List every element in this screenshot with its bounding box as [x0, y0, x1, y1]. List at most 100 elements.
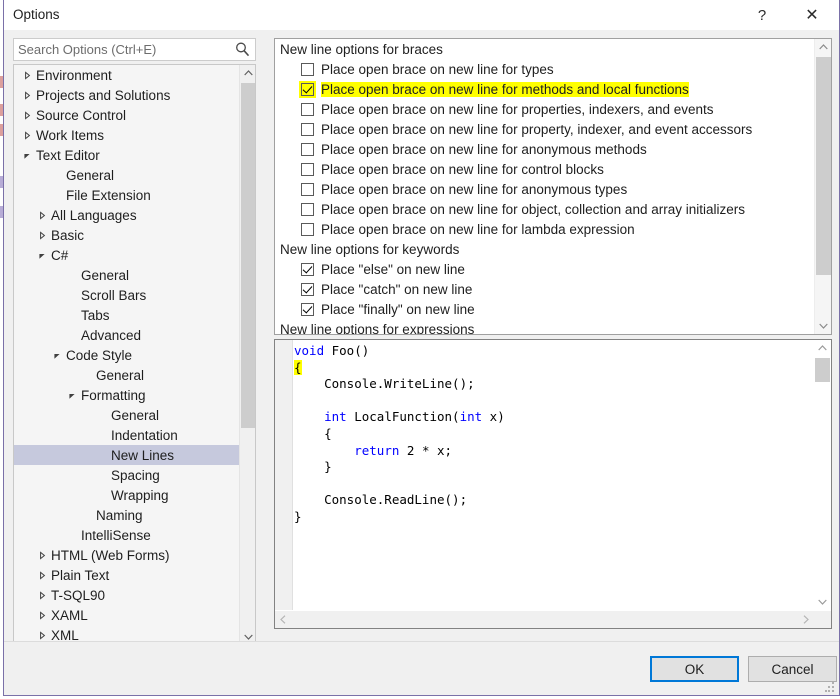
tree-item-indentation[interactable]: Indentation: [14, 425, 239, 445]
checkbox-unchecked-icon[interactable]: [301, 102, 314, 116]
code-keyword: void: [294, 343, 325, 358]
checkbox-checked-icon[interactable]: [301, 282, 314, 296]
scroll-right-icon[interactable]: [798, 611, 814, 627]
checkbox-checked-icon[interactable]: [301, 262, 314, 276]
scroll-up-icon[interactable]: [814, 340, 830, 356]
tree-item-environment[interactable]: Environment: [14, 65, 239, 85]
tree-item-source-control[interactable]: Source Control: [14, 105, 239, 125]
option-checkbox-row[interactable]: Place open brace on new line for methods…: [275, 79, 814, 99]
tree-item-intellisense[interactable]: IntelliSense: [14, 525, 239, 545]
scroll-up-icon[interactable]: [815, 39, 831, 55]
checkbox-unchecked-icon[interactable]: [301, 62, 314, 76]
chevron-down-icon[interactable]: [65, 385, 79, 405]
scroll-left-icon[interactable]: [275, 611, 291, 627]
tree-item-spacing[interactable]: Spacing: [14, 465, 239, 485]
option-checkbox-row[interactable]: Place open brace on new line for propert…: [275, 99, 814, 119]
tree-item-plain-text[interactable]: Plain Text: [14, 565, 239, 585]
option-checkbox-row[interactable]: Place open brace on new line for lambda …: [275, 219, 814, 239]
chevron-right-icon[interactable]: [35, 585, 49, 605]
tree-item-projects-and-solutions[interactable]: Projects and Solutions: [14, 85, 239, 105]
checkbox-unchecked-icon[interactable]: [301, 222, 314, 236]
tree-item-general[interactable]: General: [14, 265, 239, 285]
option-checkbox-row[interactable]: Place open brace on new line for control…: [275, 159, 814, 179]
checkbox-unchecked-icon[interactable]: [301, 142, 314, 156]
preview-scroll-thumb[interactable]: [815, 358, 830, 382]
tree-item-html-web-forms[interactable]: HTML (Web Forms): [14, 545, 239, 565]
tree-vertical-scrollbar[interactable]: [239, 65, 255, 645]
chevron-right-icon[interactable]: [35, 605, 49, 625]
options-tree[interactable]: Environment Projects and Solutions Source …: [13, 64, 256, 646]
chevron-down-icon[interactable]: [35, 245, 49, 265]
chevron-right-icon[interactable]: [20, 85, 34, 105]
options-scroll-thumb[interactable]: [816, 57, 831, 275]
close-icon[interactable]: ✕: [791, 0, 833, 30]
option-checkbox-row[interactable]: Place open brace on new line for anonymo…: [275, 139, 814, 159]
option-label: Place open brace on new line for propert…: [321, 121, 753, 137]
tree-item-general[interactable]: General: [14, 165, 239, 185]
checkbox-unchecked-icon[interactable]: [301, 182, 314, 196]
scroll-down-icon[interactable]: [814, 594, 830, 610]
option-checkbox-row[interactable]: Place open brace on new line for propert…: [275, 119, 814, 139]
checkbox-unchecked-icon[interactable]: [301, 162, 314, 176]
options-vertical-scrollbar[interactable]: [814, 39, 831, 334]
tree-item-label: Wrapping: [111, 487, 169, 503]
option-label: Place "else" on new line: [321, 261, 465, 277]
chevron-down-icon[interactable]: [50, 345, 64, 365]
chevron-right-icon[interactable]: [20, 65, 34, 85]
new-line-options-panel[interactable]: New line options for braces Place open br…: [274, 38, 832, 335]
code-text: }: [294, 459, 332, 475]
tree-item-c[interactable]: C#: [14, 245, 239, 265]
checkbox-checked-icon[interactable]: [301, 302, 314, 316]
preview-horizontal-scrollbar[interactable]: [275, 611, 814, 628]
chevron-right-icon[interactable]: [20, 125, 34, 145]
tree-item-all-languages[interactable]: All Languages: [14, 205, 239, 225]
options-group-header: New line options for expressions: [280, 321, 475, 335]
tree-item-wrapping[interactable]: Wrapping: [14, 485, 239, 505]
chevron-right-icon[interactable]: [35, 225, 49, 245]
ok-button[interactable]: OK: [650, 656, 739, 682]
option-checkbox-row[interactable]: Place open brace on new line for anonymo…: [275, 179, 814, 199]
tree-item-advanced[interactable]: Advanced: [14, 325, 239, 345]
tree-scroll-thumb[interactable]: [241, 83, 255, 428]
chevron-down-icon[interactable]: [20, 145, 34, 165]
cancel-button[interactable]: Cancel: [748, 656, 837, 682]
tree-item-text-editor[interactable]: Text Editor: [14, 145, 239, 165]
option-checkbox-row[interactable]: Place open brace on new line for object,…: [275, 199, 814, 219]
scroll-down-icon[interactable]: [815, 318, 831, 334]
tree-item-t-sql90[interactable]: T-SQL90: [14, 585, 239, 605]
option-checkbox-row[interactable]: Place "catch" on new line: [275, 279, 814, 299]
option-checkbox-row[interactable]: Place "finally" on new line: [275, 299, 814, 319]
tree-item-xaml[interactable]: XAML: [14, 605, 239, 625]
chevron-right-icon[interactable]: [35, 545, 49, 565]
tree-item-general[interactable]: General: [14, 405, 239, 425]
option-label: Place "catch" on new line: [321, 281, 473, 297]
tree-item-work-items[interactable]: Work Items: [14, 125, 239, 145]
tree-item-new-lines[interactable]: New Lines: [14, 445, 239, 465]
preview-vertical-scrollbar[interactable]: [814, 340, 831, 610]
resize-grip[interactable]: [825, 682, 835, 692]
search-input[interactable]: [14, 39, 232, 60]
tree-item-naming[interactable]: Naming: [14, 505, 239, 525]
tree-item-formatting[interactable]: Formatting: [14, 385, 239, 405]
option-checkbox-row[interactable]: Place open brace on new line for types: [275, 59, 814, 79]
tree-item-basic[interactable]: Basic: [14, 225, 239, 245]
search-box[interactable]: [13, 38, 256, 61]
tree-item-scroll-bars[interactable]: Scroll Bars: [14, 285, 239, 305]
tree-item-label: General: [111, 407, 160, 423]
checkbox-unchecked-icon[interactable]: [301, 122, 314, 136]
chevron-right-icon[interactable]: [20, 105, 34, 125]
tree-item-file-extension[interactable]: File Extension: [14, 185, 239, 205]
checkbox-checked-icon[interactable]: [301, 82, 314, 96]
tree-item-general[interactable]: General: [14, 365, 239, 385]
chevron-right-icon[interactable]: [35, 565, 49, 585]
chevron-right-icon[interactable]: [35, 205, 49, 225]
tree-item-label: Tabs: [81, 307, 110, 323]
help-icon[interactable]: ?: [741, 0, 783, 30]
option-checkbox-row[interactable]: Place "else" on new line: [275, 259, 814, 279]
tree-item-tabs[interactable]: Tabs: [14, 305, 239, 325]
checkbox-unchecked-icon[interactable]: [301, 202, 314, 216]
tree-item-code-style[interactable]: Code Style: [14, 345, 239, 365]
scroll-up-icon[interactable]: [240, 65, 255, 81]
